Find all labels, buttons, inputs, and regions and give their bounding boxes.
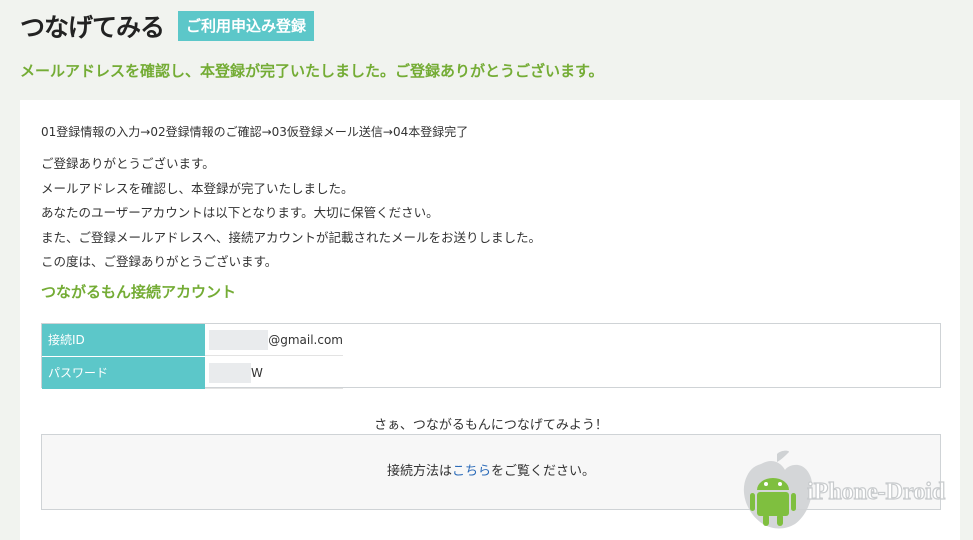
completion-headline: メールアドレスを確認し、本登録が完了いたしました。ご登録ありがとうございます。	[20, 62, 604, 80]
message-block: ご登録ありがとうございます。 メールアドレスを確認し、本登録が完了いたしました。…	[41, 152, 541, 275]
message-line: また、ご登録メールアドレスへ、接続アカウントが記載されたメールをお送りしました。	[41, 229, 542, 245]
password-value: W	[205, 357, 343, 389]
account-table: 接続ID @gmail.com パスワード W	[41, 323, 941, 389]
password-suffix: W	[251, 365, 263, 380]
method-text-after: をご覧ください。	[491, 464, 596, 479]
message-line: この度は、ご登録ありがとうございます。	[41, 254, 278, 269]
redacted-mask	[209, 329, 269, 350]
progress-steps: 01登録情報の入力→02登録情報のご確認→03仮登録メール送信→04本登録完了	[41, 125, 469, 139]
cta-text: さぁ、つながるもんにつなげてみよう！	[374, 418, 608, 433]
method-link[interactable]: こちら	[452, 464, 491, 479]
message-line: あなたのユーザーアカウントは以下となります。大切に保管ください。	[41, 205, 439, 220]
page-header: つなげてみる ご利用申込み登録	[20, 8, 315, 44]
password-row: パスワード W	[42, 357, 343, 389]
watermark-text: iPhone-Droid	[807, 479, 946, 505]
method-text-before: 接続方法は	[386, 464, 452, 479]
account-id-value: @gmail.com	[205, 324, 343, 356]
site-logo[interactable]: つなげてみる	[20, 8, 165, 44]
password-label: パスワード	[42, 357, 205, 389]
message-line: ご登録ありがとうございます。	[41, 156, 215, 171]
account-id-row: 接続ID @gmail.com	[42, 324, 343, 357]
account-id-suffix: @gmail.com	[268, 332, 343, 347]
page-badge: ご利用申込み登録	[178, 11, 315, 41]
account-section-title: つながるもん接続アカウント	[41, 283, 237, 301]
account-id-label: 接続ID	[42, 324, 205, 356]
message-line: メールアドレスを確認し、本登録が完了いたしました。	[41, 180, 354, 196]
iphone-droid-watermark: iPhone-Droid	[743, 450, 946, 529]
redacted-mask	[209, 362, 251, 383]
